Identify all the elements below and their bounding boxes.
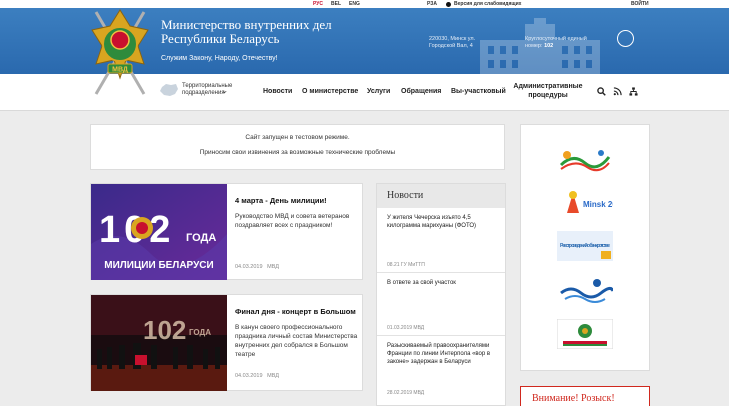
nav-about[interactable]: О министерстве bbox=[302, 88, 358, 95]
nav-admin-procedures[interactable]: Административные процедуры bbox=[512, 82, 584, 100]
news-meta: 04.03.2019 МВД bbox=[235, 264, 279, 270]
state-emblem-icon bbox=[617, 30, 634, 47]
lang-rus[interactable]: РУС bbox=[313, 1, 323, 7]
swimmer-banner[interactable] bbox=[557, 275, 613, 305]
low-vision-label: Версия для слабовидящих bbox=[454, 1, 522, 7]
img1-caption: МИЛИЦИИ БЕЛАРУСИ bbox=[104, 260, 213, 271]
nav-district-officer[interactable]: Вы-участковый bbox=[451, 88, 506, 95]
address-line2: Городской Вал, 4 bbox=[429, 43, 473, 49]
bankruptcy-registry-banner[interactable]: Реестр сведений о банкротстве bbox=[557, 231, 613, 261]
hotline-line2: номер: 102 bbox=[525, 43, 595, 50]
list-item-date: 01.03.2019 МВД bbox=[387, 325, 425, 331]
news-title[interactable]: Финал дня - концерт в Большом bbox=[235, 307, 360, 316]
img2-number: 102 bbox=[143, 315, 186, 345]
minsk-2019-text: Minsk 2019 bbox=[583, 200, 613, 209]
admin-line1: Административные bbox=[513, 83, 583, 90]
mvd-emblem-icon[interactable]: МВД bbox=[86, 4, 154, 100]
news-desc: В канун своего профессионального праздни… bbox=[235, 324, 358, 358]
nav-appeals[interactable]: Обращения bbox=[401, 88, 441, 95]
news-date: 04.03.2019 bbox=[235, 373, 263, 379]
news-image-concert: 102 ГОДА bbox=[91, 295, 227, 391]
ministry-title-line2: Республики Беларусь bbox=[161, 31, 280, 46]
eye-icon bbox=[446, 1, 451, 7]
test-mode-notice: Сайт запущен в тестовом режиме. Приносим… bbox=[90, 124, 505, 170]
rza-link[interactable]: РЗА bbox=[427, 1, 437, 7]
news-date: 04.03.2019 bbox=[235, 264, 263, 270]
slogan: Служим Закону, Народу, Отечеству! bbox=[161, 55, 278, 62]
banners-panel: Minsk 2019 Реестр сведений о банкротстве bbox=[520, 124, 650, 371]
address-line1: 220030, Минск ул. bbox=[429, 36, 476, 42]
news-card-concert[interactable]: 102 ГОДА Финал дня - концерт в Большом В… bbox=[90, 294, 363, 391]
search-icon[interactable] bbox=[597, 87, 606, 96]
news-card-police-day[interactable]: 102 ГОДА МИЛИЦИИ БЕЛАРУСИ 4 марта - День… bbox=[90, 183, 363, 280]
mvd-emblem-text: МВД bbox=[112, 67, 128, 74]
news-title[interactable]: 4 марта - День милиции! bbox=[235, 196, 360, 205]
news-meta: 04.03.2019 МВД bbox=[235, 373, 279, 379]
belarus-map-icon bbox=[160, 84, 178, 96]
news-image-police-day: 102 ГОДА МИЛИЦИИ БЕЛАРУСИ bbox=[91, 184, 227, 280]
territorial-units-dropdown[interactable]: Территориальные подразделения ⌄ bbox=[159, 82, 232, 98]
bankruptcy-registry-text: Реестр сведений о банкротстве bbox=[560, 242, 610, 249]
img1-word: ГОДА bbox=[186, 232, 216, 244]
wanted-label: Внимание! Розыск! bbox=[532, 393, 615, 404]
wanted-banner[interactable]: Внимание! Розыск! bbox=[520, 386, 650, 406]
notice-line1: Сайт запущен в тестовом режиме. bbox=[245, 134, 350, 141]
sitemap-icon[interactable] bbox=[629, 87, 638, 96]
list-item-date: 28.02.2019 МВД bbox=[387, 390, 425, 396]
news-source: МВД bbox=[267, 264, 279, 270]
news-desc: Руководство МВД и совета ветеранов поздр… bbox=[235, 213, 350, 229]
ministry-title-line1: Министерство внутренних дел bbox=[161, 17, 332, 32]
address: 220030, Минск ул. Городской Вал, 4 bbox=[429, 36, 489, 50]
nav-services[interactable]: Услуги bbox=[367, 88, 390, 95]
rss-icon[interactable] bbox=[613, 87, 622, 96]
territorial-line2: подразделения bbox=[182, 90, 225, 96]
ministry-title[interactable]: Министерство внутренних дел Республики Б… bbox=[161, 18, 332, 46]
nav-icons bbox=[597, 87, 638, 96]
minsk-2019-banner[interactable]: Minsk 2019 bbox=[557, 187, 613, 217]
lang-bel[interactable]: BEL bbox=[331, 1, 341, 7]
divider bbox=[377, 335, 505, 336]
login-link[interactable]: ВОЙТИ bbox=[631, 1, 649, 7]
state-symbols-banner[interactable] bbox=[557, 319, 613, 349]
list-item[interactable]: В ответе за свой участок bbox=[387, 279, 502, 287]
hotline-number: 102 bbox=[544, 43, 554, 49]
notice-line2: Приносим свои извинения за возможные тех… bbox=[199, 149, 396, 156]
list-item-date: 08.21 ГУ МиТТП bbox=[387, 262, 425, 268]
news-list: Новости У жителя Чечерска изъято 4,5 кил… bbox=[376, 183, 506, 406]
lang-eng[interactable]: ENG bbox=[349, 1, 360, 7]
nav-news[interactable]: Новости bbox=[263, 88, 292, 95]
divider bbox=[377, 272, 505, 273]
low-vision-link[interactable]: Версия для слабовидящих bbox=[446, 1, 521, 7]
chevron-down-icon: ⌄ bbox=[221, 85, 228, 95]
hotline: Круглосуточный единый номер: 102 bbox=[525, 36, 595, 50]
hotline-label: номер: bbox=[525, 43, 543, 49]
admin-line2: процедуры bbox=[528, 92, 568, 99]
news-source: МВД bbox=[267, 373, 279, 379]
territorial-units-label: Территориальные подразделения bbox=[182, 83, 232, 97]
hotline-line1: Круглосуточный единый bbox=[525, 36, 587, 42]
language-switcher: РУС BEL ENG bbox=[313, 1, 360, 7]
list-item[interactable]: Разыскиваемый правоохранителями Франции … bbox=[387, 342, 502, 366]
news-list-header[interactable]: Новости bbox=[377, 184, 505, 208]
european-games-banner[interactable] bbox=[557, 145, 613, 175]
list-item[interactable]: У жителя Чечерска изъято 4,5 килограмма … bbox=[387, 214, 502, 230]
img2-word: ГОДА bbox=[189, 328, 211, 337]
